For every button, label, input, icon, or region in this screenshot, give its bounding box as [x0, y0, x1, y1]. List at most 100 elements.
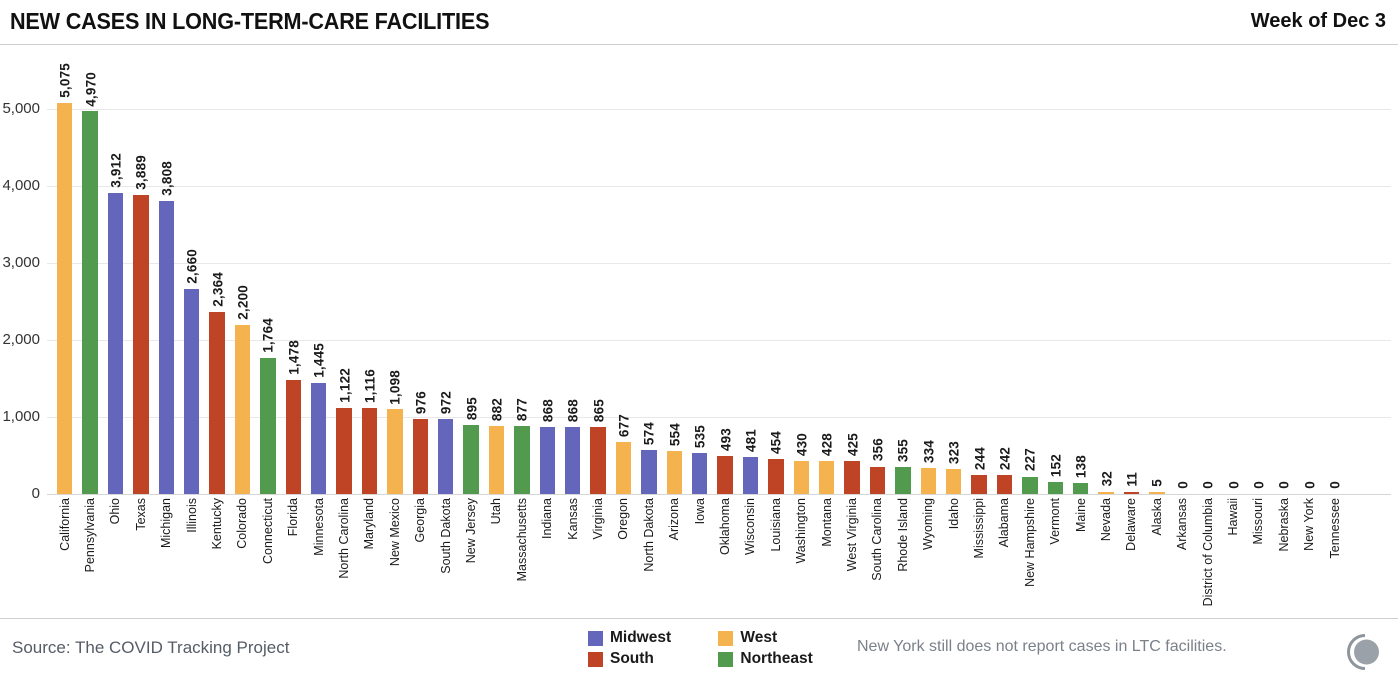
bar[interactable]: [82, 111, 98, 494]
bar-group[interactable]: 430: [789, 46, 814, 494]
bar[interactable]: [158, 200, 175, 494]
bar[interactable]: [438, 419, 454, 494]
bar[interactable]: [260, 358, 276, 494]
bar-group[interactable]: 1,116: [357, 46, 382, 494]
bar[interactable]: [615, 441, 632, 494]
bar-group[interactable]: 0: [1297, 46, 1322, 494]
bar-group[interactable]: 0: [1170, 46, 1195, 494]
bar-group[interactable]: 4,970: [78, 46, 103, 494]
bar[interactable]: [895, 466, 911, 494]
bar[interactable]: [565, 427, 581, 494]
bar[interactable]: [996, 475, 1013, 494]
bar[interactable]: [692, 452, 708, 494]
bar-group[interactable]: 5,075: [53, 46, 78, 494]
bar-group[interactable]: 5: [1145, 46, 1170, 494]
bar-group[interactable]: 242: [992, 46, 1017, 494]
bar-group[interactable]: 972: [434, 46, 459, 494]
bar-group[interactable]: 895: [459, 46, 484, 494]
bar-group[interactable]: 1,764: [256, 46, 281, 494]
bar[interactable]: [869, 466, 886, 494]
legend-item-south[interactable]: South: [588, 650, 696, 668]
bar[interactable]: [234, 324, 251, 494]
bar[interactable]: [641, 449, 657, 494]
bar[interactable]: [311, 382, 327, 494]
bar-group[interactable]: 493: [713, 46, 738, 494]
bar[interactable]: [768, 459, 784, 494]
bar-group[interactable]: 0: [1323, 46, 1348, 494]
bar[interactable]: [1098, 491, 1114, 494]
bar-group[interactable]: 1,098: [383, 46, 408, 494]
bar-group[interactable]: 865: [586, 46, 611, 494]
bar-group[interactable]: 877: [510, 46, 535, 494]
bar[interactable]: [133, 194, 149, 494]
bar-group[interactable]: 227: [1018, 46, 1043, 494]
bar-group[interactable]: 428: [815, 46, 840, 494]
bar-group[interactable]: 0: [1221, 46, 1246, 494]
bar-group[interactable]: 0: [1272, 46, 1297, 494]
bar-group[interactable]: 976: [408, 46, 433, 494]
bar-group[interactable]: 355: [891, 46, 916, 494]
bar-group[interactable]: 356: [865, 46, 890, 494]
bar[interactable]: [971, 475, 987, 494]
bar-group[interactable]: 2,660: [180, 46, 205, 494]
bar-group[interactable]: 481: [738, 46, 763, 494]
bar[interactable]: [412, 418, 429, 494]
bar-group[interactable]: 574: [637, 46, 662, 494]
bar[interactable]: [463, 425, 479, 494]
bar[interactable]: [819, 461, 835, 494]
bar-group[interactable]: 3,808: [154, 46, 179, 494]
bar-group[interactable]: 334: [916, 46, 941, 494]
bar-group[interactable]: 882: [484, 46, 509, 494]
bar[interactable]: [1123, 492, 1140, 494]
bar[interactable]: [361, 408, 378, 494]
bar[interactable]: [717, 456, 733, 494]
bar[interactable]: [666, 451, 683, 494]
bar-group[interactable]: 152: [1043, 46, 1068, 494]
bar[interactable]: [107, 192, 124, 494]
bar-group[interactable]: 1,445: [307, 46, 332, 494]
bar[interactable]: [285, 380, 302, 494]
bar-group[interactable]: 2,364: [205, 46, 230, 494]
bar[interactable]: [387, 409, 403, 494]
legend-item-west[interactable]: West: [718, 629, 838, 647]
legend-item-midwest[interactable]: Midwest: [588, 629, 696, 647]
bar-group[interactable]: 0: [1196, 46, 1221, 494]
bar[interactable]: [1073, 483, 1089, 494]
bar-group[interactable]: 3,912: [103, 46, 128, 494]
bar[interactable]: [488, 426, 505, 494]
bar-group[interactable]: 1,478: [281, 46, 306, 494]
bar[interactable]: [1149, 492, 1165, 494]
bar-group[interactable]: 454: [764, 46, 789, 494]
bar[interactable]: [514, 426, 530, 494]
bar-group[interactable]: 138: [1069, 46, 1094, 494]
bar[interactable]: [793, 460, 810, 494]
bar[interactable]: [539, 427, 556, 494]
bar[interactable]: [57, 103, 73, 494]
bar[interactable]: [336, 407, 352, 494]
legend-item-northeast[interactable]: Northeast: [718, 650, 838, 668]
bar-group[interactable]: 11: [1119, 46, 1144, 494]
bar-group[interactable]: 32: [1094, 46, 1119, 494]
bar-group[interactable]: 425: [840, 46, 865, 494]
bar[interactable]: [946, 469, 962, 494]
bar-group[interactable]: 868: [535, 46, 560, 494]
bar-group[interactable]: 0: [1246, 46, 1271, 494]
bar[interactable]: [1022, 476, 1038, 494]
bar-group[interactable]: 677: [611, 46, 636, 494]
bar[interactable]: [742, 456, 759, 494]
bar[interactable]: [920, 468, 937, 494]
bar[interactable]: [844, 461, 860, 494]
bar-group[interactable]: 323: [942, 46, 967, 494]
bar-value-label: 868: [540, 399, 556, 423]
bar-group[interactable]: 2,200: [230, 46, 255, 494]
bar-group[interactable]: 244: [967, 46, 992, 494]
bar-group[interactable]: 535: [688, 46, 713, 494]
bar[interactable]: [1047, 482, 1064, 494]
bar-group[interactable]: 3,889: [129, 46, 154, 494]
bar-group[interactable]: 868: [561, 46, 586, 494]
bar[interactable]: [209, 311, 225, 494]
bar[interactable]: [590, 427, 606, 494]
bar[interactable]: [184, 289, 200, 494]
bar-group[interactable]: 1,122: [332, 46, 357, 494]
bar-group[interactable]: 554: [662, 46, 687, 494]
